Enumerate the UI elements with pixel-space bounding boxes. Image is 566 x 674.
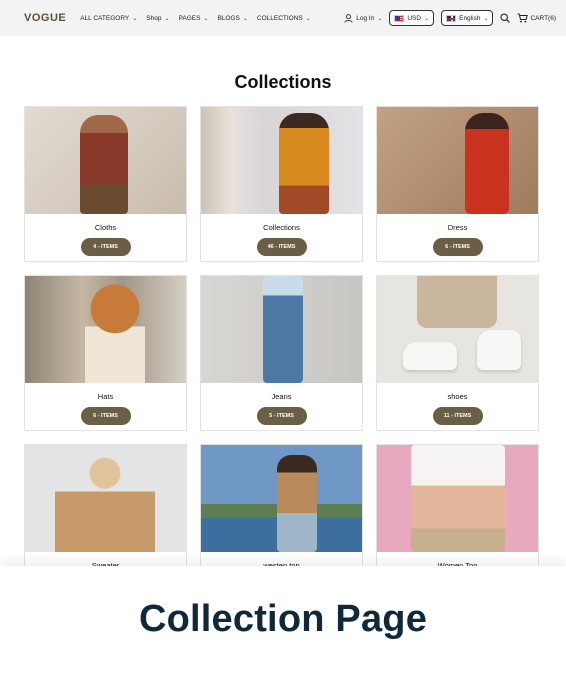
item-count-badge[interactable]: 6 - ITEMS [80, 407, 131, 425]
item-count-badge[interactable]: 5 - ITEMS [256, 407, 307, 425]
cart-label: CART(6) [530, 14, 556, 22]
person-figure [85, 280, 145, 383]
chevron-down-icon: ⌄ [164, 15, 170, 22]
chevron-down-icon: ⌄ [305, 15, 311, 22]
nav-shop[interactable]: Shop ⌄ [146, 15, 169, 22]
person-figure [55, 451, 155, 552]
cart-icon [517, 13, 529, 23]
nav-blogs-label: BLOGS [217, 14, 240, 22]
collection-name: Dress [447, 223, 468, 232]
collection-name: Cloths [94, 223, 117, 232]
collection-image [201, 276, 362, 383]
collection-card-collections[interactable]: Collections 46 - ITEMS [200, 106, 363, 262]
item-count-badge[interactable]: 4 - ITEMS [80, 238, 131, 256]
collection-name: Hats [97, 392, 114, 401]
collection-image [201, 445, 362, 552]
shoe-shape [477, 330, 521, 370]
page-title: Collections [234, 72, 332, 92]
shoe-shape [403, 342, 457, 370]
image-background [377, 107, 538, 214]
nav-collections-label: COLLECTIONS [256, 14, 303, 22]
chevron-down-icon: ⌄ [242, 15, 248, 22]
currency-select[interactable]: USD ⌄ [389, 10, 435, 26]
collection-image [25, 445, 186, 552]
banner-title: Collection Page [138, 598, 428, 640]
curtain-shape [201, 107, 231, 214]
nav-collections[interactable]: COLLECTIONS ⌄ [257, 15, 311, 22]
collection-image [201, 107, 362, 214]
login-label: Log In [356, 14, 375, 22]
chevron-down-icon: ⌄ [483, 15, 489, 22]
language-value: English [459, 14, 481, 22]
nav-pages-label: PAGES [178, 14, 201, 22]
chevron-down-icon: ⌄ [132, 15, 138, 22]
logo[interactable]: VOGUE [24, 12, 66, 24]
item-count-badge[interactable]: 11 - ITEMS [432, 407, 483, 425]
header-actions: Log In ⌄ USD ⌄ English ⌄ CART(6) [344, 10, 556, 26]
us-flag-icon [394, 14, 405, 22]
collection-name: Collections [263, 223, 300, 232]
language-select[interactable]: English ⌄ [441, 10, 494, 26]
collection-name: shoes [447, 392, 468, 401]
chevron-down-icon: ⌄ [377, 15, 383, 22]
main-nav: ALL CATEGORY ⌄ Shop ⌄ PAGES ⌄ BLOGS ⌄ COLLEC… [80, 15, 311, 22]
collection-card-hats[interactable]: Hats 6 - ITEMS [24, 275, 187, 431]
nav-all-category-label: ALL CATEGORY [80, 14, 130, 22]
person-figure [411, 445, 505, 552]
nav-blogs[interactable]: BLOGS ⌄ [217, 15, 247, 22]
person-figure [277, 455, 317, 552]
collection-card-jeans[interactable]: Jeans 5 - ITEMS [200, 275, 363, 431]
login-button[interactable]: Log In ⌄ [344, 13, 383, 23]
search-icon[interactable] [500, 13, 511, 23]
collection-image [25, 107, 186, 214]
nav-pages[interactable]: PAGES ⌄ [179, 15, 209, 22]
page-label-banner: Collection Page [0, 566, 566, 674]
item-count-badge[interactable]: 46 - ITEMS [256, 238, 307, 256]
collection-image [377, 276, 538, 383]
uk-flag-icon [446, 14, 457, 22]
person-figure [263, 276, 303, 383]
collection-name: Jeans [271, 392, 292, 401]
currency-value: USD [407, 14, 422, 22]
top-navigation-bar: VOGUE ALL CATEGORY ⌄ Shop ⌄ PAGES ⌄ BLOGS ⌄ … [0, 0, 566, 36]
collection-card-cloths[interactable]: Cloths 4 - ITEMS [24, 106, 187, 262]
chevron-down-icon: ⌄ [424, 15, 430, 22]
user-icon [344, 13, 353, 23]
chevron-down-icon: ⌄ [203, 15, 209, 22]
person-figure [279, 113, 329, 214]
collection-image [377, 107, 538, 214]
person-figure [465, 113, 509, 214]
collection-image [377, 445, 538, 552]
cart-button[interactable]: CART(6) [517, 13, 556, 23]
person-figure [80, 115, 128, 214]
collection-card-dress[interactable]: Dress 6 - ITEMS [376, 106, 539, 262]
item-count-badge[interactable]: 6 - ITEMS [432, 238, 483, 256]
nav-all-category[interactable]: ALL CATEGORY ⌄ [80, 15, 137, 22]
collection-card-shoes[interactable]: shoes 11 - ITEMS [376, 275, 539, 431]
trousers-shape [417, 276, 497, 328]
collection-image [25, 276, 186, 383]
nav-shop-label: Shop [146, 14, 162, 22]
